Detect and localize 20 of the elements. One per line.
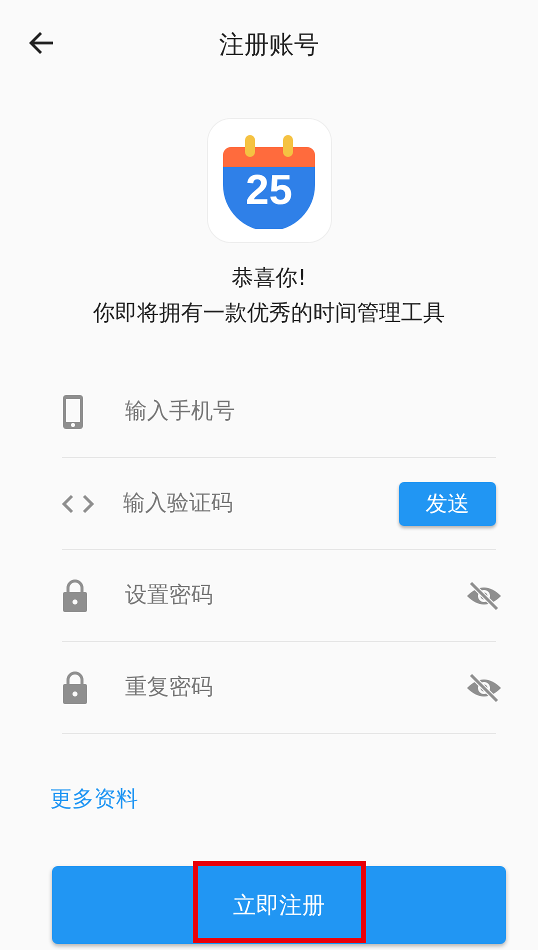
input-field[interactable]: 设置密码 [123,582,466,609]
input-field[interactable]: 输入验证码 [120,490,399,517]
page-title: 注册账号 [219,28,319,60]
visibility-toggle[interactable] [466,672,502,702]
eye-off-icon [466,672,502,702]
lock-icon [62,578,88,612]
back-arrow-icon [28,31,54,55]
code-icon [62,494,94,514]
lock-icon [62,670,88,704]
more-info-link[interactable]: 更多资料 [50,784,138,814]
eye-off-icon [466,580,502,610]
register-button[interactable]: 立即注册 [52,866,506,944]
greeting-title: 恭喜你! [230,265,308,293]
input-field[interactable]: 重复密码 [123,674,466,701]
calendar-day: 25 [208,166,330,214]
visibility-toggle[interactable] [466,580,502,610]
phone-icon [62,394,84,430]
input-field[interactable]: 输入手机号 [123,398,496,425]
greeting-subtitle: 你即将拥有一款优秀的时间管理工具 [92,300,446,328]
send-code-button[interactable]: 发送 [398,482,496,526]
